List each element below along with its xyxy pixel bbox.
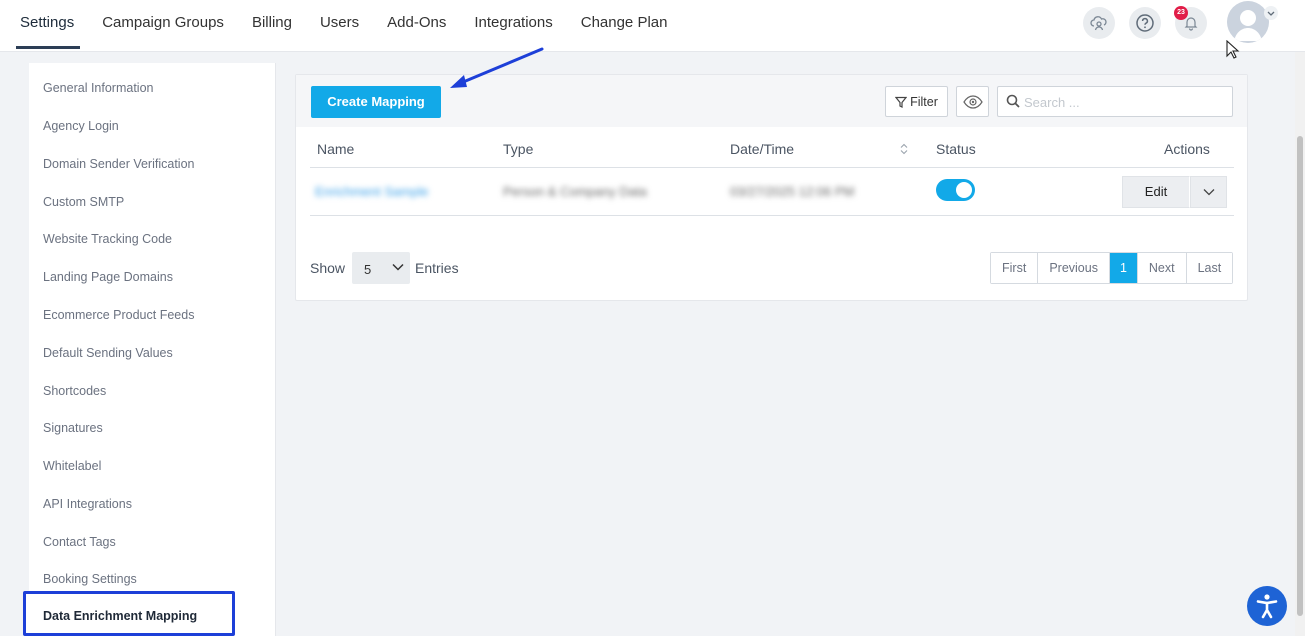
sidebar-item-landing-page-domains[interactable]: Landing Page Domains	[43, 270, 173, 284]
page-last[interactable]: Last	[1186, 253, 1233, 283]
row-divider	[310, 215, 1234, 216]
settings-sidebar: General Information Agency Login Domain …	[23, 63, 276, 636]
actions-dropdown-button[interactable]	[1190, 176, 1227, 208]
filter-button[interactable]: Filter	[885, 86, 948, 117]
accessibility-icon[interactable]	[1247, 586, 1287, 626]
sidebar-item-website-tracking-code[interactable]: Website Tracking Code	[43, 232, 172, 246]
tab-users[interactable]: Users	[306, 0, 373, 52]
column-header-status[interactable]: Status	[936, 141, 976, 157]
create-mapping-button[interactable]: Create Mapping	[311, 86, 441, 118]
sidebar-item-whitelabel[interactable]: Whitelabel	[43, 459, 101, 473]
filter-icon	[895, 96, 908, 108]
annotation-arrow-icon	[450, 47, 544, 88]
sidebar-item-shortcodes[interactable]: Shortcodes	[43, 384, 106, 398]
mapping-panel: Create Mapping Filter Name Type Date/Tim…	[295, 74, 1248, 301]
nav-tabs: Settings Campaign Groups Billing Users A…	[6, 0, 681, 52]
tab-campaign-groups[interactable]: Campaign Groups	[88, 0, 238, 52]
sidebar-item-general-information[interactable]: General Information	[43, 81, 153, 95]
search-box	[997, 86, 1233, 117]
search-icon	[1006, 94, 1020, 108]
show-label: Show	[310, 260, 346, 276]
entries-label: Entries	[415, 260, 459, 276]
entries-select[interactable]: 5	[352, 252, 410, 284]
sidebar-item-domain-sender-verification[interactable]: Domain Sender Verification	[43, 157, 194, 171]
chevron-down-icon[interactable]	[1263, 5, 1279, 26]
page-next[interactable]: Next	[1137, 253, 1187, 283]
help-icon[interactable]	[1129, 7, 1161, 39]
column-visibility-button[interactable]	[956, 86, 989, 117]
column-header-type[interactable]: Type	[503, 141, 533, 157]
column-header-name[interactable]: Name	[317, 141, 354, 157]
sidebar-item-signatures[interactable]: Signatures	[43, 421, 103, 435]
header-divider	[310, 167, 1234, 168]
sidebar-item-default-sending-values[interactable]: Default Sending Values	[43, 346, 173, 360]
entries-value: 5	[364, 262, 372, 277]
top-navigation: Settings Campaign Groups Billing Users A…	[0, 0, 1305, 52]
mouse-cursor-icon	[1226, 40, 1240, 59]
panel-toolbar: Create Mapping Filter	[296, 75, 1247, 127]
chevron-down-icon	[1203, 189, 1214, 196]
row-datetime: 03/27/2025 12:06 PM	[730, 184, 855, 199]
sidebar-item-data-enrichment-mapping[interactable]: Data Enrichment Mapping	[23, 591, 235, 636]
sidebar-item-booking-settings[interactable]: Booking Settings	[43, 572, 137, 586]
cloud-user-icon[interactable]	[1083, 7, 1115, 39]
row-type: Person & Company Data	[503, 184, 647, 199]
tab-change-plan[interactable]: Change Plan	[567, 0, 682, 52]
sidebar-item-agency-login[interactable]: Agency Login	[43, 119, 119, 133]
status-toggle[interactable]	[936, 179, 975, 201]
sidebar-item-ecommerce-product-feeds[interactable]: Ecommerce Product Feeds	[43, 308, 194, 322]
pagination: First Previous 1 Next Last	[990, 252, 1234, 284]
sort-icon[interactable]	[900, 142, 908, 160]
tab-billing[interactable]: Billing	[238, 0, 306, 52]
row-name-link[interactable]: Enrichment Sample	[315, 184, 428, 199]
sidebar-item-label: Data Enrichment Mapping	[43, 609, 198, 623]
page-first[interactable]: First	[991, 253, 1039, 283]
edit-button[interactable]: Edit	[1122, 176, 1190, 208]
notification-badge: 23	[1174, 6, 1188, 20]
scrollbar-thumb[interactable]	[1297, 136, 1303, 616]
page-scrollbar[interactable]	[1295, 52, 1305, 636]
page-current[interactable]: 1	[1109, 253, 1138, 283]
chevron-down-icon	[392, 263, 404, 271]
search-input[interactable]	[1024, 93, 1224, 111]
sidebar-item-custom-smtp[interactable]: Custom SMTP	[43, 195, 124, 209]
filter-label: Filter	[910, 94, 938, 109]
page-previous[interactable]: Previous	[1038, 253, 1110, 283]
eye-icon	[962, 94, 983, 109]
tab-settings[interactable]: Settings	[6, 0, 88, 52]
sidebar-item-contact-tags[interactable]: Contact Tags	[43, 535, 116, 549]
column-header-actions: Actions	[1164, 141, 1210, 157]
column-header-datetime[interactable]: Date/Time	[730, 141, 794, 157]
sidebar-item-api-integrations[interactable]: API Integrations	[43, 497, 132, 511]
